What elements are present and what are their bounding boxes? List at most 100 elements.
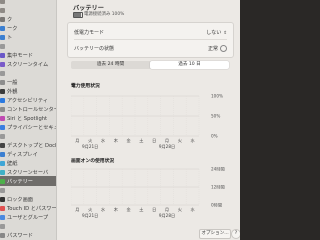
sidebar-item-icon bbox=[0, 124, 5, 130]
x-tick-label: 水 bbox=[101, 206, 106, 212]
sidebar-item-icon bbox=[0, 70, 5, 76]
sidebar-item-icon bbox=[0, 25, 5, 31]
sidebar-item-icon bbox=[0, 196, 5, 202]
help-button[interactable]: ? bbox=[231, 229, 240, 239]
x-tick-label: 木 bbox=[114, 137, 119, 144]
battery-icon bbox=[73, 12, 83, 18]
sidebar-item-label: ト bbox=[7, 34, 13, 41]
sidebar-item-icon bbox=[0, 133, 5, 139]
settings-panel: 低電力モード しない ⇕ バッテリーの状態 正常 bbox=[67, 22, 234, 58]
sidebar-item-icon bbox=[0, 214, 5, 220]
battery-health-label: バッテリーの状態 bbox=[74, 46, 115, 52]
sidebar-item-icon bbox=[0, 205, 5, 211]
sidebar-item-label: ロック画面 bbox=[7, 196, 33, 203]
sidebar-item-label: Touch ID とパスワード bbox=[7, 205, 56, 212]
sidebar-item-icon bbox=[0, 223, 5, 229]
sidebar-item-icon bbox=[0, 79, 5, 85]
sidebar-item-label: ク bbox=[7, 16, 13, 23]
sidebar-item-icon bbox=[0, 187, 5, 193]
sidebar-item-label: スクリーンタイム bbox=[7, 61, 49, 68]
y-tick-label: 0時間 bbox=[211, 203, 222, 209]
x-tick-label: 金 bbox=[126, 137, 131, 143]
sidebar-item-label: アクセシビリティ bbox=[7, 97, 48, 104]
sidebar-item-label: Siri と Spotlight bbox=[7, 115, 48, 122]
sidebar-item-icon bbox=[0, 88, 5, 94]
sidebar-item-icon bbox=[0, 169, 5, 175]
x-tick-label: 日 bbox=[152, 207, 156, 213]
sidebar-item-icon bbox=[0, 151, 5, 157]
low-power-label: 低電力モード bbox=[74, 30, 105, 36]
x-tick-label: 金 bbox=[126, 206, 131, 212]
main-pane: バッテリー 電源接続済み 100% 低電力モード しない ⇕ バッテリーの状態 正… bbox=[57, 0, 240, 240]
date-label: 9月21日 bbox=[82, 144, 98, 150]
x-tick-label: 月 bbox=[75, 207, 79, 213]
sidebar-item-label: ーク bbox=[7, 25, 18, 32]
x-tick-label: 水 bbox=[190, 206, 195, 212]
y-tick-label: 50% bbox=[211, 114, 220, 119]
sidebar-item-label: バッテリー bbox=[7, 178, 33, 185]
x-tick-label: 水 bbox=[190, 137, 195, 143]
date-label: 9月21日 bbox=[82, 213, 98, 219]
sidebar-item-icon bbox=[0, 34, 5, 40]
x-tick-label: 火 bbox=[178, 138, 183, 143]
x-tick-label: 火 bbox=[88, 207, 93, 212]
settings-window: クークト集中モードスクリーンタイム 一般外観アクセシビリティコントロールセンター S… bbox=[0, 0, 240, 240]
info-icon[interactable] bbox=[220, 45, 227, 52]
y-tick-label: 0% bbox=[211, 134, 218, 139]
sidebar-item-icon bbox=[0, 115, 5, 121]
x-tick-label: 日 bbox=[152, 138, 156, 144]
screen-on-chart: 24時間12時間0時間月火水木金土日月火水9月21日 9月28日 bbox=[71, 167, 225, 219]
sidebar-item-label: ユーザとグループ bbox=[7, 214, 49, 221]
date-label: 9月28日 bbox=[159, 213, 175, 219]
x-tick-label: 土 bbox=[139, 206, 143, 212]
segment-10d[interactable]: 過去 10 日 bbox=[150, 61, 229, 69]
sidebar-item-icon bbox=[0, 7, 5, 13]
y-tick-label: 24時間 bbox=[211, 167, 225, 173]
period-segmented-control: 過去 24 時間 過去 10 日 bbox=[71, 61, 229, 69]
low-power-value: しない bbox=[206, 30, 222, 36]
sidebar-item-label: 外観 bbox=[7, 88, 18, 95]
sidebar-item-label: デスクトップと Dock bbox=[7, 142, 56, 149]
screen-chart-title: 画面オンの使用状況 bbox=[71, 159, 115, 164]
sidebar-item-label: 一般 bbox=[7, 79, 18, 86]
battery-chart-title: 電力使用状況 bbox=[71, 84, 100, 89]
sidebar-item-label: スクリーンセーバ bbox=[7, 169, 49, 176]
x-tick-label: 火 bbox=[178, 207, 183, 212]
sidebar-item-icon bbox=[0, 97, 5, 103]
low-power-select[interactable]: しない ⇕ bbox=[206, 29, 227, 36]
sidebar-item-label: 集中モード bbox=[7, 52, 33, 59]
sidebar-item-label: 壁紙 bbox=[7, 160, 18, 167]
y-tick-label: 100% bbox=[211, 94, 223, 99]
sidebar-item-icon bbox=[0, 52, 5, 58]
x-tick-label: 火 bbox=[88, 138, 93, 143]
y-tick-label: 12時間 bbox=[211, 185, 225, 191]
x-tick-label: 土 bbox=[139, 137, 143, 143]
sidebar-item-label: ディスプレイ bbox=[7, 151, 38, 158]
sidebar-item-icon bbox=[0, 43, 5, 49]
sidebar-item-label: プライバシーとセキュリティ bbox=[7, 124, 56, 131]
options-button[interactable]: オプション... bbox=[199, 229, 231, 239]
battery-level-chart: 100%50%0%月火水木金土日月火水9月21日 9月28日 bbox=[71, 94, 223, 150]
sidebar-item-label: コントロールセンター bbox=[7, 106, 56, 113]
sidebar-item-label: パスワード bbox=[7, 232, 33, 239]
sidebar-item-icon bbox=[0, 106, 5, 112]
sidebar-item-icon bbox=[0, 61, 5, 67]
sidebar-item[interactable]: パスワード bbox=[0, 230, 56, 240]
battery-health-row: 正常 bbox=[208, 45, 227, 52]
sidebar-item-icon bbox=[0, 16, 5, 22]
divider bbox=[74, 39, 227, 40]
x-tick-label: 木 bbox=[114, 206, 119, 213]
sidebar-item-icon bbox=[0, 160, 5, 166]
date-label: 9月28日 bbox=[159, 144, 175, 150]
battery-health-value: 正常 bbox=[207, 46, 218, 52]
chevron-updown-icon: ⇕ bbox=[223, 31, 227, 36]
sidebar-item-icon bbox=[0, 232, 5, 238]
segment-24h[interactable]: 過去 24 時間 bbox=[71, 61, 150, 69]
x-tick-label: 月 bbox=[75, 138, 79, 144]
sidebar-item-icon bbox=[0, 0, 5, 4]
x-tick-label: 水 bbox=[101, 137, 106, 143]
sidebar-item-icon bbox=[0, 178, 5, 184]
battery-status: 電源接続済み 100% bbox=[84, 12, 125, 17]
sidebar-item-icon bbox=[0, 142, 5, 148]
sidebar: クークト集中モードスクリーンタイム 一般外観アクセシビリティコントロールセンター S… bbox=[0, 0, 57, 240]
